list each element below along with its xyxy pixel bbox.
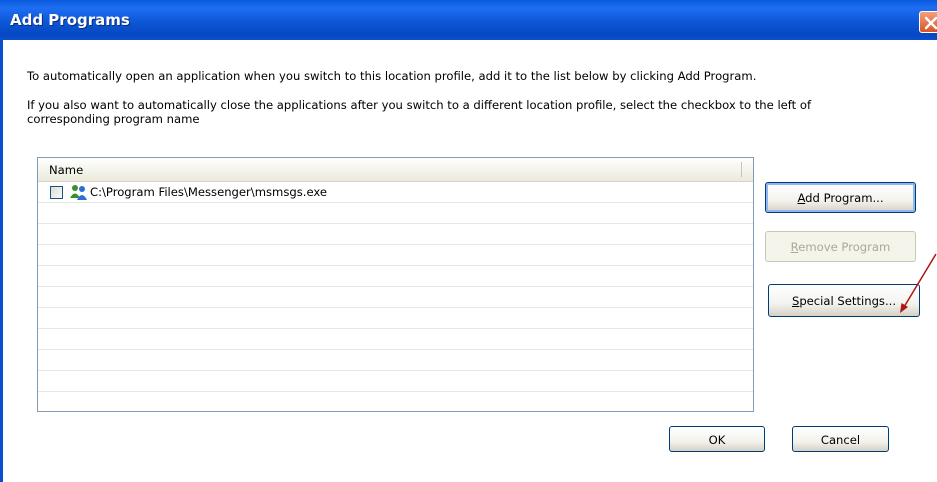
annotation-arrow-icon [900, 253, 937, 313]
